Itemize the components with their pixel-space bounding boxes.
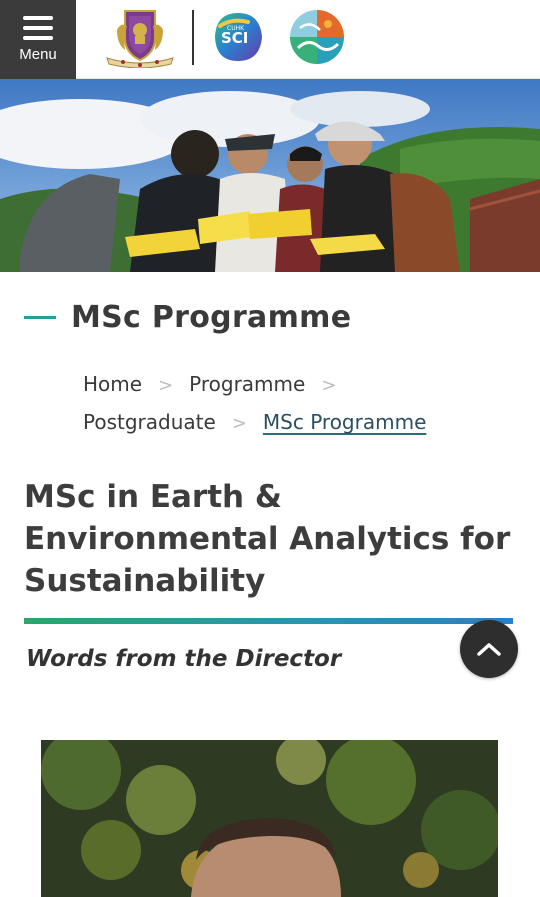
cuhk-crest-icon[interactable] xyxy=(103,8,177,68)
menu-label: Menu xyxy=(19,46,57,63)
chevron-up-icon xyxy=(477,643,501,656)
heading-divider xyxy=(24,618,513,624)
director-photo xyxy=(41,740,498,897)
hero-students-photo xyxy=(0,79,540,272)
chevron-right-icon: > xyxy=(158,375,174,396)
director-subheading: Words from the Director xyxy=(26,646,342,672)
section-header: MSc Programme xyxy=(24,300,351,335)
chevron-right-icon: > xyxy=(321,375,337,396)
menu-button[interactable]: Menu xyxy=(0,0,76,79)
breadcrumb-msc-programme[interactable]: MSc Programme xyxy=(263,404,426,441)
chevron-right-icon: > xyxy=(231,413,247,434)
site-header: Menu CUHK SCI xyxy=(0,0,540,79)
earth-system-logo-icon[interactable] xyxy=(288,8,346,66)
sci-logo-text: SCI xyxy=(221,29,248,47)
cuhk-sci-logo-icon[interactable]: CUHK SCI xyxy=(212,8,264,66)
back-to-top-button[interactable] xyxy=(460,620,518,678)
breadcrumb-home[interactable]: Home xyxy=(83,366,142,403)
breadcrumb: Home > Programme > Postgraduate > MSc Program… xyxy=(83,366,523,442)
breadcrumb-programme[interactable]: Programme xyxy=(189,366,305,403)
breadcrumb-postgraduate[interactable]: Postgraduate xyxy=(83,404,216,441)
section-title: MSc Programme xyxy=(71,300,352,335)
page-title: MSc in Earth & Environmental Analytics f… xyxy=(24,479,511,599)
logo-divider xyxy=(192,10,194,65)
hamburger-icon xyxy=(23,16,53,40)
section-dash xyxy=(24,316,56,319)
